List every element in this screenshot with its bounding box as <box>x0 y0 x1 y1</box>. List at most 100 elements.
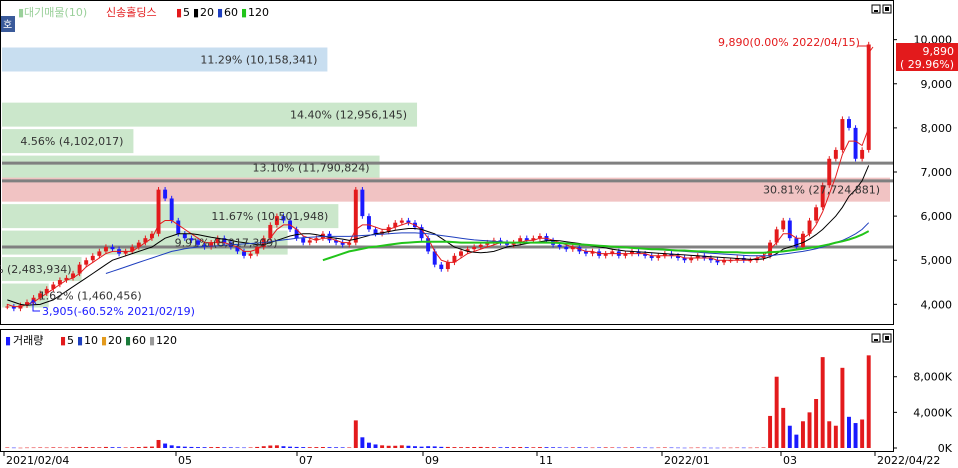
volume-bar <box>130 447 135 448</box>
volume-bar <box>465 447 470 448</box>
volume-bar <box>77 446 82 448</box>
last-price-tag: 9,890 ( 29.96%) <box>896 43 958 71</box>
volume-bar <box>222 447 227 448</box>
volume-bar <box>419 446 424 448</box>
volume-bar <box>728 447 733 449</box>
date-tick-label: 2021/02/04 <box>6 454 69 467</box>
ma-legend-marker: ▮ <box>217 6 223 19</box>
date-tick-label: 07 <box>299 454 313 467</box>
volume-bar <box>202 447 207 448</box>
candle-body <box>847 119 851 128</box>
volume-bar <box>452 447 457 448</box>
volume-bar <box>149 446 154 448</box>
volume-panel-frame <box>0 329 894 452</box>
volume-bar <box>820 357 825 448</box>
profile-label: 11.29% (10,158,341) <box>200 54 317 67</box>
candle-body <box>176 220 181 234</box>
volume-ma-legend-marker: ▮ <box>125 334 131 347</box>
profile-label: 9.91% (8,917,309) <box>175 237 278 250</box>
profile-label: 11.67% (10,501,948) <box>211 210 328 223</box>
price-tick-label: 7,000 <box>921 166 953 179</box>
volume-bar <box>800 421 805 448</box>
tab-label: 호 <box>3 19 12 31</box>
volume-bar <box>583 447 588 448</box>
volume-bar <box>64 447 69 449</box>
volume-bar <box>695 447 700 449</box>
volume-bar <box>643 447 648 449</box>
volume-bar <box>143 446 148 448</box>
volume-bar <box>577 447 582 448</box>
candle-body <box>84 260 89 265</box>
volume-bar <box>123 447 128 448</box>
volume-bar <box>689 447 694 449</box>
candle-body <box>5 306 10 308</box>
volume-bar <box>761 447 766 448</box>
volume-bar <box>590 447 595 449</box>
volume-bar <box>459 447 463 448</box>
volume-bar <box>827 421 832 448</box>
volume-bar <box>353 420 358 448</box>
ma-legend-marker: ▮ <box>241 6 247 19</box>
candle-body <box>781 220 786 230</box>
volume-bar <box>294 446 299 448</box>
volume-bar <box>511 447 516 448</box>
date-axis: 2021/02/04 05 07 09 11 2022/01 03 2022/04/22 <box>3 452 940 467</box>
candle-body <box>169 198 174 221</box>
volume-bar <box>531 447 536 448</box>
volume-bar <box>242 447 246 449</box>
volume-bar <box>38 447 43 448</box>
legend-prefix: ▮대기매물(10) <box>18 6 87 19</box>
candle-body <box>478 244 483 247</box>
volume-bar <box>715 447 720 449</box>
volume-ma-legend-label: 20 <box>108 334 122 347</box>
volume-bar <box>505 447 510 448</box>
volume-bar <box>537 447 542 448</box>
volume-ma-legend-marker: ▮ <box>101 334 107 347</box>
ma-legend-marker: ▮ <box>176 6 182 19</box>
date-tick-label: 11 <box>539 454 553 467</box>
volume-bar <box>722 447 727 449</box>
volume-bar <box>373 444 378 448</box>
volume-bar <box>347 447 352 448</box>
volume-bar <box>117 447 122 448</box>
low-annotation: 3,905(-60.52% 2021/02/19) <box>42 305 195 318</box>
volume-bar <box>649 447 654 449</box>
volume-bar <box>413 446 417 448</box>
profile-label: 14.40% (12,956,145) <box>290 109 407 122</box>
volume-bar <box>557 447 562 448</box>
candle-body <box>840 119 845 150</box>
volume-bar <box>656 447 661 449</box>
volume-tick-label: 8,000K <box>913 371 952 384</box>
volume-bar <box>432 446 437 448</box>
volume-title: 거래량 <box>13 334 43 347</box>
volume-bar <box>215 447 220 448</box>
candle-body <box>866 44 871 150</box>
volume-bar <box>616 447 621 449</box>
candle-body <box>557 244 562 247</box>
stock-chart: 11.29% (10,158,341) 14.40% (12,956,145) 4.… <box>0 0 958 467</box>
candle-body <box>307 240 312 243</box>
volume-bar <box>327 447 332 448</box>
candle-body <box>853 127 858 159</box>
price-tick-label: 9,000 <box>921 78 953 91</box>
volume-bar <box>31 447 36 449</box>
volume-bar <box>833 425 838 448</box>
volume-bar <box>439 446 444 448</box>
volume-ma-legend-label: 120 <box>156 334 177 347</box>
volume-bar <box>445 446 450 448</box>
volume-bar <box>847 416 851 448</box>
candle-body <box>301 238 306 243</box>
volume-bar <box>156 439 161 448</box>
volume-bar <box>551 447 556 448</box>
volume-bar <box>136 447 141 448</box>
volume-bar <box>44 447 49 449</box>
volume-bar <box>189 446 194 448</box>
volume-bar <box>682 447 687 449</box>
date-tick-label: 03 <box>783 454 797 467</box>
volume-bar <box>860 419 865 448</box>
last-price: 9,890 <box>923 45 955 58</box>
volume-bar <box>314 447 319 448</box>
volume-bar <box>518 447 523 448</box>
candle-body <box>163 189 168 199</box>
volume-bar <box>570 447 575 448</box>
